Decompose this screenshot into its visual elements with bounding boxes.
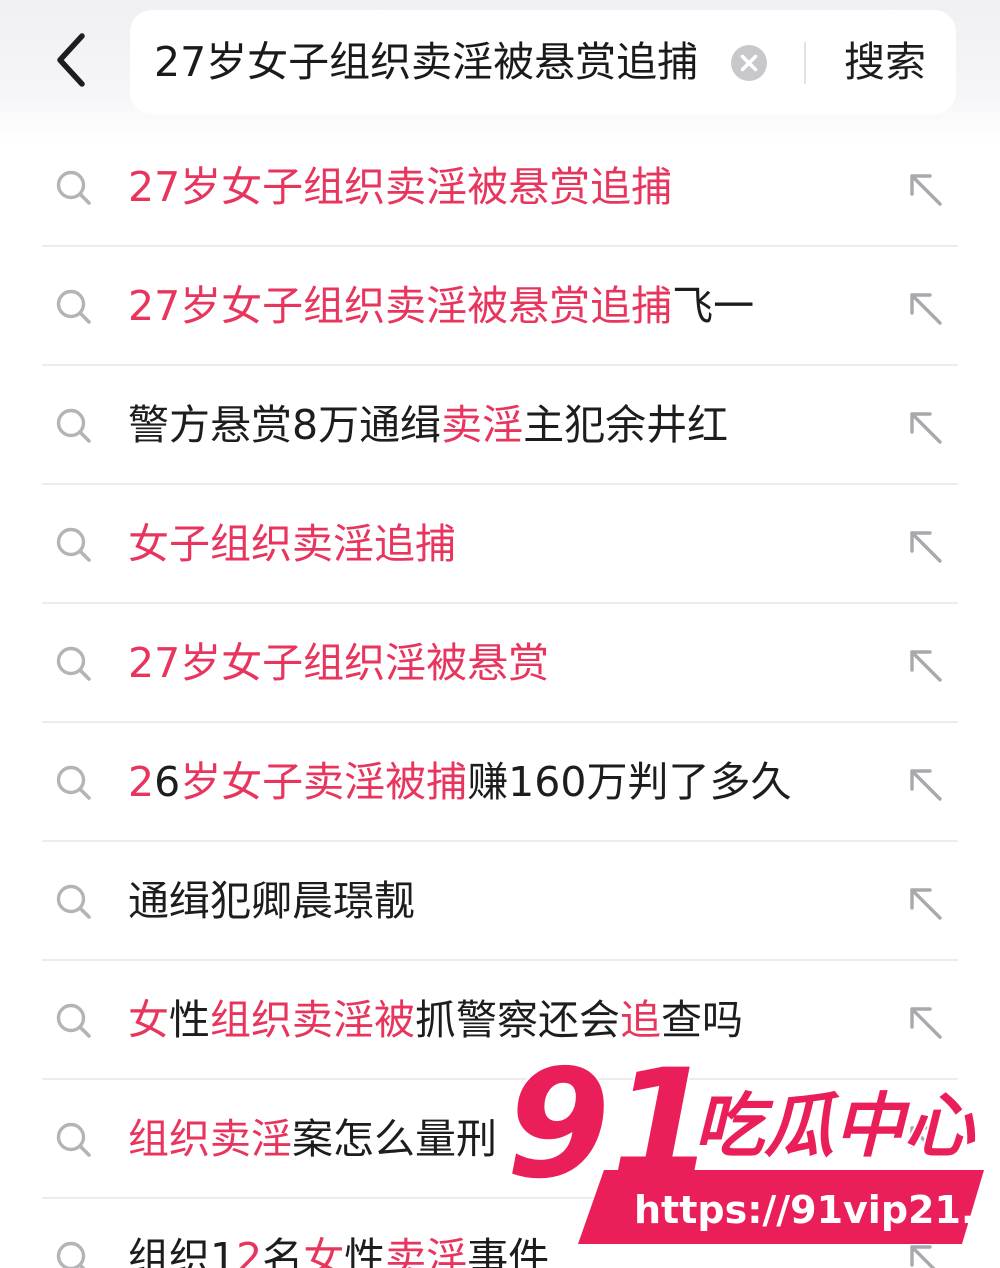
suggestion-label: 警方悬赏8万通缉卖淫主犯余井红 <box>128 366 728 485</box>
arrow-up-left-icon[interactable] <box>906 646 946 686</box>
suggestion-text: 查吗 <box>661 996 743 1044</box>
suggestion-highlight: 2 <box>236 1234 263 1268</box>
suggestion-row[interactable]: 女性组织卖淫被抓警察还会追查吗 <box>0 961 1000 1080</box>
suggestion-highlight: 27岁女子组织卖淫被悬赏追捕 <box>128 163 673 211</box>
suggestion-row[interactable]: 警方悬赏8万通缉卖淫主犯余井红 <box>0 366 1000 485</box>
suggestion-row[interactable]: 组织卖淫案怎么量刑 <box>0 1080 1000 1199</box>
suggestion-text: 赚160万判了多久 <box>467 758 792 806</box>
search-icon <box>56 1241 86 1268</box>
suggestion-highlight: 2 <box>128 758 155 806</box>
suggestion-row[interactable]: 组织12名女性卖淫事件 <box>0 1199 1000 1268</box>
suggestion-highlight: 女 <box>128 996 169 1044</box>
suggestion-label: 27岁女子组织卖淫被悬赏追捕飞一 <box>128 247 754 366</box>
search-button[interactable]: 搜索 <box>830 10 940 114</box>
suggestion-label: 女子组织卖淫追捕 <box>128 485 456 604</box>
suggestion-text: 组织1 <box>128 1234 237 1268</box>
suggestion-row[interactable]: 27岁女子组织卖淫被悬赏追捕 <box>0 128 1000 247</box>
suggestion-label: 26岁女子卖淫被捕赚160万判了多久 <box>128 723 791 842</box>
arrow-up-left-icon[interactable] <box>906 1003 946 1043</box>
search-header: 27岁女子组织卖淫被悬赏追捕 搜索 <box>0 0 1000 140</box>
suggestion-text: 6 <box>154 758 181 806</box>
suggestion-text: 案怎么量刑 <box>292 1115 497 1163</box>
suggestion-label: 组织卖淫案怎么量刑 <box>128 1080 497 1199</box>
suggestion-text: 名 <box>262 1234 304 1268</box>
search-icon <box>56 646 91 681</box>
chevron-left-icon <box>57 33 85 87</box>
suggestion-row[interactable]: 通缉犯卿晨璟靓 <box>0 842 1000 961</box>
suggestion-row[interactable]: 27岁女子组织淫被悬赏 <box>0 604 1000 723</box>
arrow-up-left-icon[interactable] <box>906 765 946 805</box>
suggestion-text: 飞一 <box>672 282 755 330</box>
suggestion-text: 抓警察还会 <box>415 996 620 1044</box>
suggestion-highlight: 卖淫 <box>441 401 524 449</box>
suggestion-text: 警方悬赏8万通缉 <box>128 401 442 449</box>
arrow-up-left-icon[interactable] <box>906 289 946 329</box>
suggestion-text: 性 <box>344 1234 386 1268</box>
search-icon <box>56 884 91 919</box>
arrow-up-left-icon[interactable] <box>906 170 946 210</box>
search-icon <box>56 765 91 800</box>
suggestion-highlight: 27岁女子组织卖淫被悬赏追捕 <box>128 282 673 330</box>
suggestion-text: 主犯余井红 <box>523 401 729 449</box>
suggestion-highlight: 卖淫 <box>385 1234 468 1268</box>
suggestion-highlight: 组织卖淫 <box>128 1115 292 1163</box>
suggestion-label: 通缉犯卿晨璟靓 <box>128 842 415 961</box>
suggestion-label: 27岁女子组织淫被悬赏 <box>128 604 549 723</box>
suggestion-highlight: 女子组织卖淫追捕 <box>128 520 456 568</box>
clear-circle-icon[interactable] <box>730 44 768 82</box>
search-icon <box>56 170 91 205</box>
search-input[interactable]: 27岁女子组织卖淫被悬赏追捕 <box>154 10 724 114</box>
search-icon <box>56 527 91 562</box>
suggestion-highlight: 女 <box>303 1234 345 1268</box>
search-icon <box>56 289 91 324</box>
suggestion-highlight: 追 <box>620 996 661 1044</box>
arrow-up-left-icon[interactable] <box>906 527 946 567</box>
suggestion-list: 27岁女子组织卖淫被悬赏追捕 27岁女子组织卖淫被悬赏追捕飞一 警方悬赏8万通缉卖淫… <box>0 128 1000 1268</box>
suggestion-row[interactable]: 女子组织卖淫追捕 <box>0 485 1000 604</box>
suggestion-highlight: 岁女子卖淫被捕 <box>180 758 468 806</box>
search-icon <box>56 1003 91 1038</box>
arrow-up-left-icon[interactable] <box>906 408 946 448</box>
suggestion-label: 女性组织卖淫被抓警察还会追查吗 <box>128 961 743 1080</box>
back-button[interactable] <box>40 28 104 92</box>
arrow-up-left-icon[interactable] <box>906 884 946 924</box>
search-icon <box>56 1122 91 1157</box>
suggestion-text: 事件 <box>467 1234 550 1268</box>
suggestion-row[interactable]: 26岁女子卖淫被捕赚160万判了多久 <box>0 723 1000 842</box>
search-box: 27岁女子组织卖淫被悬赏追捕 搜索 <box>130 10 956 114</box>
suggestion-text: 性 <box>169 996 210 1044</box>
search-divider <box>804 42 806 84</box>
suggestion-text: 通缉犯卿晨璟靓 <box>128 877 415 925</box>
suggestion-highlight: 组织卖淫被 <box>210 996 415 1044</box>
suggestion-highlight: 27岁女子组织淫被悬赏 <box>128 639 550 687</box>
arrow-up-left-icon[interactable] <box>906 1241 946 1268</box>
arrow-up-left-icon[interactable] <box>906 1122 946 1162</box>
search-suggestion-page: 27岁女子组织卖淫被悬赏追捕 搜索 27岁女子组织卖淫被悬赏追捕 27岁女子组织卖… <box>0 0 1000 1268</box>
suggestion-row[interactable]: 27岁女子组织卖淫被悬赏追捕飞一 <box>0 247 1000 366</box>
suggestion-label: 27岁女子组织卖淫被悬赏追捕 <box>128 128 672 247</box>
search-icon <box>56 408 91 443</box>
suggestion-label: 组织12名女性卖淫事件 <box>128 1199 549 1268</box>
